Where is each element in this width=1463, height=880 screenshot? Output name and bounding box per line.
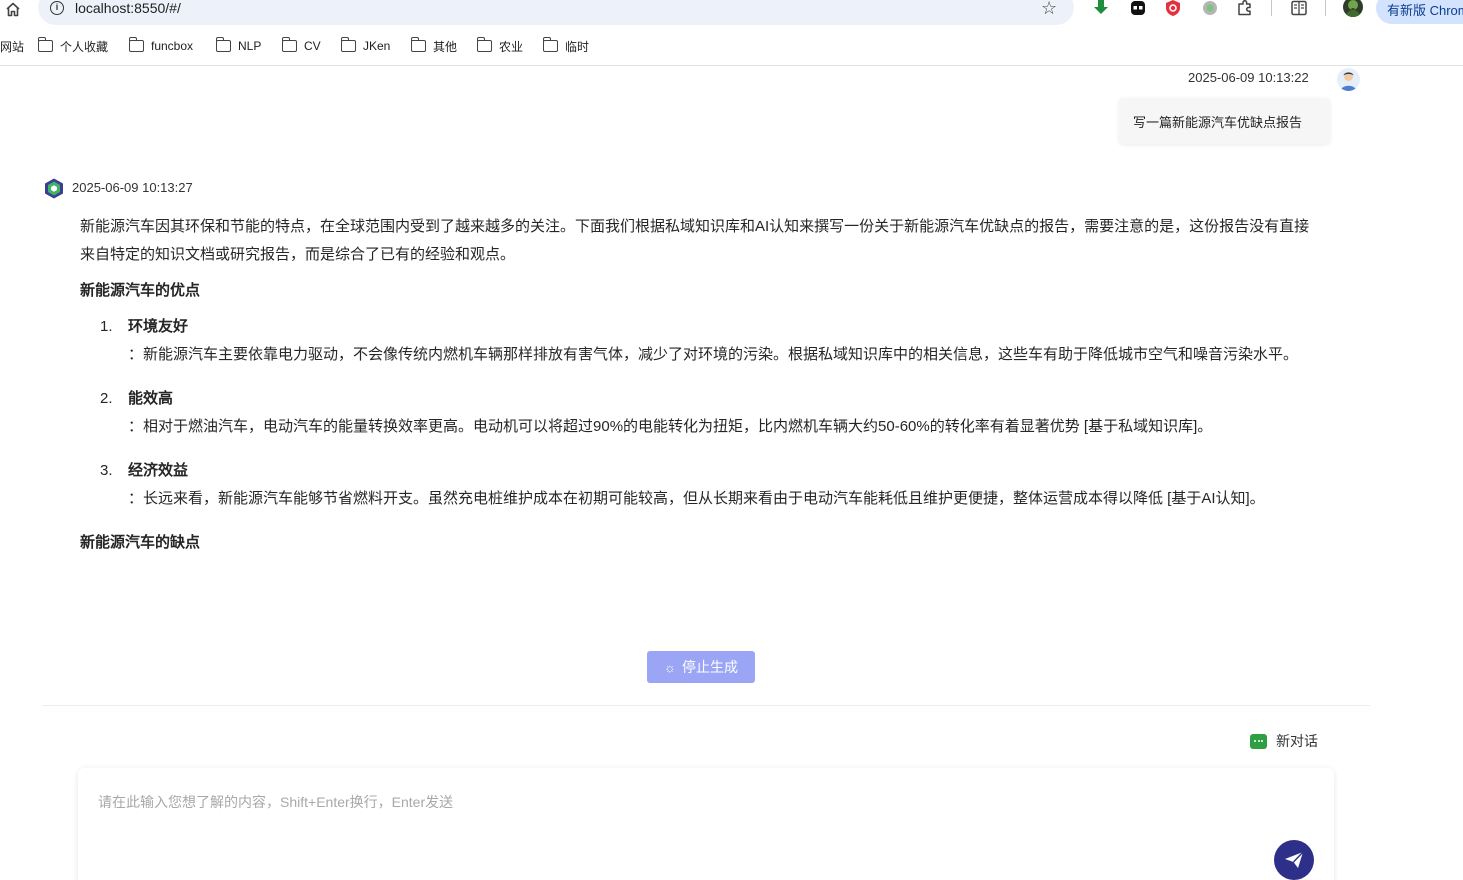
list-item-number: 2. (100, 390, 113, 407)
bookmark-star-icon[interactable]: ☆ (1041, 0, 1057, 17)
list-item: 3. 经济效益 ：长远来看，新能源汽车能够节省燃料开支。虽然充电桩维护成本在初期… (80, 457, 1320, 513)
bookmark-label: 农业 (499, 39, 524, 54)
new-chat-button[interactable]: 新对话 (1250, 731, 1318, 751)
bookmark-folder[interactable]: funcbox (128, 37, 194, 54)
user-avatar (1337, 68, 1360, 91)
folder-icon (281, 37, 297, 52)
user-message-bubble: 写一篇新能源汽车优缺点报告 (1119, 98, 1330, 144)
list-item-desc: ：长远来看，新能源汽车能够节省燃料开支。虽然充电桩维护成本在初期可能较高，但从长… (128, 490, 1265, 507)
list-item: 2. 能效高 ：相对于燃油汽车，电动汽车的能量转换效率更高。电动机可以将超过90… (80, 385, 1320, 441)
send-button[interactable] (1274, 840, 1314, 880)
bookmark-folder[interactable]: CV (281, 37, 321, 54)
bookmark-folder[interactable]: 临时 (542, 37, 590, 54)
profile-avatar[interactable] (1343, 0, 1363, 17)
message-input-box (78, 768, 1334, 880)
bookmark-label: CV (304, 39, 321, 53)
paper-plane-icon (1285, 851, 1304, 868)
url-text[interactable]: localhost:8550/#/ (75, 0, 181, 17)
bookmark-label: NLP (238, 39, 262, 53)
new-chat-label: 新对话 (1276, 733, 1318, 749)
browser-toolbar: i localhost:8550/#/ ☆ 有新版 Chrome (0, 0, 1463, 28)
list-item-desc: ：相对于燃油汽车，电动汽车的能量转换效率更高。电动机可以将超过90%的电能转化为… (128, 418, 1213, 435)
user-message-time: 2025-06-09 10:13:22 (1188, 70, 1309, 85)
download-icon[interactable] (1092, 0, 1110, 16)
bookmark-folder[interactable]: 其他 (410, 37, 458, 54)
advantages-heading: 新能源汽车的优点 (80, 282, 201, 299)
list-item: 1. 环境友好 ：新能源汽车主要依靠电力驱动，不会像传统内燃机车辆那样排放有害气… (80, 313, 1320, 369)
stop-generation-label: 停止生成 (681, 659, 738, 675)
site-info-icon[interactable]: i (50, 1, 64, 15)
list-item-number: 3. (100, 462, 113, 479)
toolbar-separator (1271, 0, 1272, 16)
shield-extension-icon[interactable] (1164, 0, 1182, 16)
ghost-extension-icon[interactable] (1129, 0, 1147, 16)
bookmark-label: 临时 (565, 39, 590, 54)
stop-generation-button[interactable]: ☼ 停止生成 (647, 651, 755, 683)
bookmark-label: funcbox (151, 39, 194, 53)
answer-intro: 新能源汽车因其环保和节能的特点，在全球范围内受到了越来越多的关注。下面我们根据私… (80, 218, 1310, 263)
toolbar-separator (1325, 0, 1326, 16)
bookmarks-bar: 网站 个人收藏 funcbox NLP CV JKen 其他 农业 临时 (0, 32, 1463, 58)
bookmark-label: JKen (363, 39, 391, 53)
list-item-title: 能效高 (128, 390, 174, 407)
home-icon (6, 2, 20, 16)
reading-list-icon[interactable] (1290, 0, 1308, 16)
bookmark-folder[interactable]: 个人收藏 (37, 37, 109, 54)
chat-divider (42, 705, 1370, 706)
bookmark-label: 网站 (0, 39, 25, 54)
bookmark-folder[interactable]: 农业 (476, 37, 524, 54)
list-item-desc: ：新能源汽车主要依靠电力驱动，不会像传统内燃机车辆那样排放有害气体，减少了对环境… (128, 346, 1299, 363)
assistant-message-time: 2025-06-09 10:13:27 (72, 180, 193, 195)
folder-icon (37, 37, 53, 52)
bookmark-label: 个人收藏 (60, 39, 109, 54)
bookmark-item[interactable]: 网站 (0, 38, 24, 54)
toolbar-divider (0, 65, 1463, 66)
circle-extension-icon[interactable] (1201, 0, 1219, 16)
bookmark-label: 其他 (433, 39, 458, 54)
chat-bubble-icon (1250, 733, 1267, 749)
disadvantages-heading: 新能源汽车的缺点 (80, 534, 201, 551)
assistant-answer: 新能源汽车因其环保和节能的特点，在全球范围内受到了越来越多的关注。下面我们根据私… (80, 213, 1320, 557)
bookmark-folder[interactable]: JKen (340, 37, 391, 54)
chrome-update-button[interactable]: 有新版 Chrome (1376, 0, 1463, 24)
list-item-title: 环境友好 (128, 318, 189, 335)
home-button[interactable] (3, 0, 23, 18)
bookmark-folder[interactable]: NLP (215, 37, 262, 54)
folder-icon (410, 37, 426, 52)
list-item-title: 经济效益 (128, 462, 189, 479)
folder-icon (128, 37, 144, 52)
folder-icon (340, 37, 356, 52)
folder-icon (215, 37, 231, 52)
loading-spinner-icon: ☼ (664, 659, 676, 675)
assistant-logo-icon (45, 178, 63, 199)
folder-icon (542, 37, 558, 52)
list-item-number: 1. (100, 318, 113, 335)
puzzle-icon[interactable] (1236, 0, 1254, 16)
message-input[interactable] (98, 792, 1248, 852)
folder-icon (476, 37, 492, 52)
address-bar[interactable] (38, 0, 1074, 25)
